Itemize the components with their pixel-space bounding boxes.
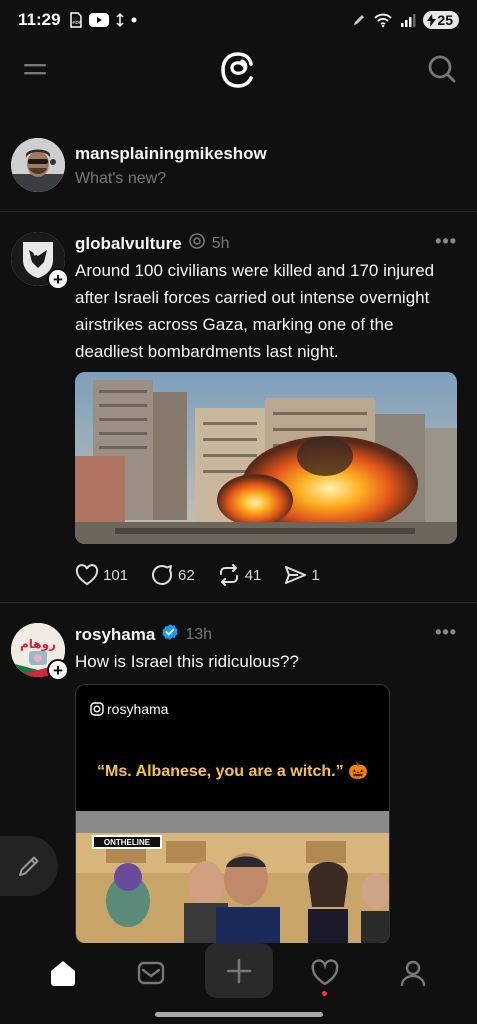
status-bar: 11:29 PDF 25 [0, 0, 477, 40]
signal-icon [400, 13, 416, 27]
reply-button[interactable]: 62 [150, 564, 195, 586]
post-header: globalvulture 5h [75, 232, 230, 255]
instagram-icon [90, 702, 104, 716]
thread-post[interactable]: + globalvulture 5h ••• Around 100 civili… [0, 213, 477, 603]
post-image[interactable] [75, 372, 457, 544]
battery-level: 25 [437, 12, 453, 28]
follow-plus-icon[interactable]: + [47, 659, 69, 681]
like-count: 101 [103, 566, 129, 584]
repost-icon [219, 564, 238, 586]
share-count: 1 [311, 566, 320, 584]
pencil-icon [19, 856, 39, 876]
post-text: Around 100 civilians were killed and 170… [75, 261, 435, 361]
post-actions: 101 62 41 1 [75, 564, 342, 586]
post-time: 13h [185, 625, 213, 643]
verified-badge-icon [161, 623, 179, 646]
plus-icon [226, 958, 252, 983]
new-thread-composer[interactable]: mansplainingmikeshow What's new? [0, 136, 477, 212]
activity-icon[interactable] [309, 957, 341, 989]
user-avatar[interactable] [11, 138, 65, 192]
follow-plus-icon[interactable]: + [47, 268, 69, 290]
post-header: rosyhama 13h [75, 623, 212, 646]
reply-count: 62 [178, 566, 195, 584]
svg-text:PDF: PDF [72, 20, 81, 25]
video-frame: ONTHELINE [76, 811, 389, 943]
repost-indicator-icon [188, 232, 206, 255]
video-quote: “Ms. Albanese, you are a witch.” 🎃 [76, 761, 389, 782]
pdf-notification-icon: PDF [69, 12, 83, 28]
post-text: How is Israel this ridiculous?? [75, 652, 299, 671]
svg-text:روهام: روهام [20, 637, 56, 652]
post-author[interactable]: globalvulture [75, 234, 182, 254]
feed-icon[interactable] [135, 957, 167, 989]
wifi-icon [373, 12, 393, 28]
bottom-navigation [0, 943, 477, 1003]
video-quote-text: “Ms. Albanese, you are a witch.” [97, 763, 344, 780]
comment-icon [152, 565, 173, 585]
menu-icon[interactable] [22, 57, 48, 81]
pumpkin-emoji-icon: 🎃 [348, 763, 368, 780]
repost-button[interactable]: 41 [217, 564, 262, 586]
like-button[interactable]: 101 [75, 564, 128, 586]
profile-icon[interactable] [397, 957, 429, 989]
post-video[interactable]: rosyhama “Ms. Albanese, you are a witch.… [75, 684, 390, 944]
send-icon [285, 566, 307, 584]
video-handle-text: rosyhama [107, 701, 169, 717]
composer-username: mansplainingmikeshow [75, 144, 267, 163]
composer-prompt[interactable]: What's new? [75, 170, 166, 188]
notification-dot [322, 991, 327, 996]
home-icon[interactable] [47, 957, 79, 989]
threads-logo-icon[interactable] [217, 49, 259, 91]
more-options-icon[interactable]: ••• [435, 231, 457, 252]
battery-indicator: 25 [423, 11, 459, 29]
pen-icon [352, 13, 366, 27]
dot-icon [131, 17, 137, 23]
gesture-bar[interactable] [155, 1012, 323, 1017]
create-button[interactable] [205, 943, 273, 998]
heart-icon [75, 564, 99, 586]
video-handle: rosyhama [90, 701, 168, 717]
share-button[interactable]: 1 [283, 564, 320, 586]
thread-post[interactable]: روهام + rosyhama 13h ••• How is Israel t… [0, 604, 477, 944]
post-time: 5h [211, 234, 230, 252]
search-icon[interactable] [427, 54, 457, 84]
repost-count: 41 [244, 566, 262, 584]
compose-button[interactable] [0, 836, 58, 896]
more-options-icon[interactable]: ••• [435, 622, 457, 643]
data-transfer-icon [115, 12, 125, 28]
top-bar [0, 45, 477, 95]
youtube-notification-icon [88, 13, 109, 27]
video-banner-text: ONTHELINE [104, 838, 151, 847]
post-author[interactable]: rosyhama [75, 625, 155, 645]
status-time: 11:29 [18, 10, 61, 29]
